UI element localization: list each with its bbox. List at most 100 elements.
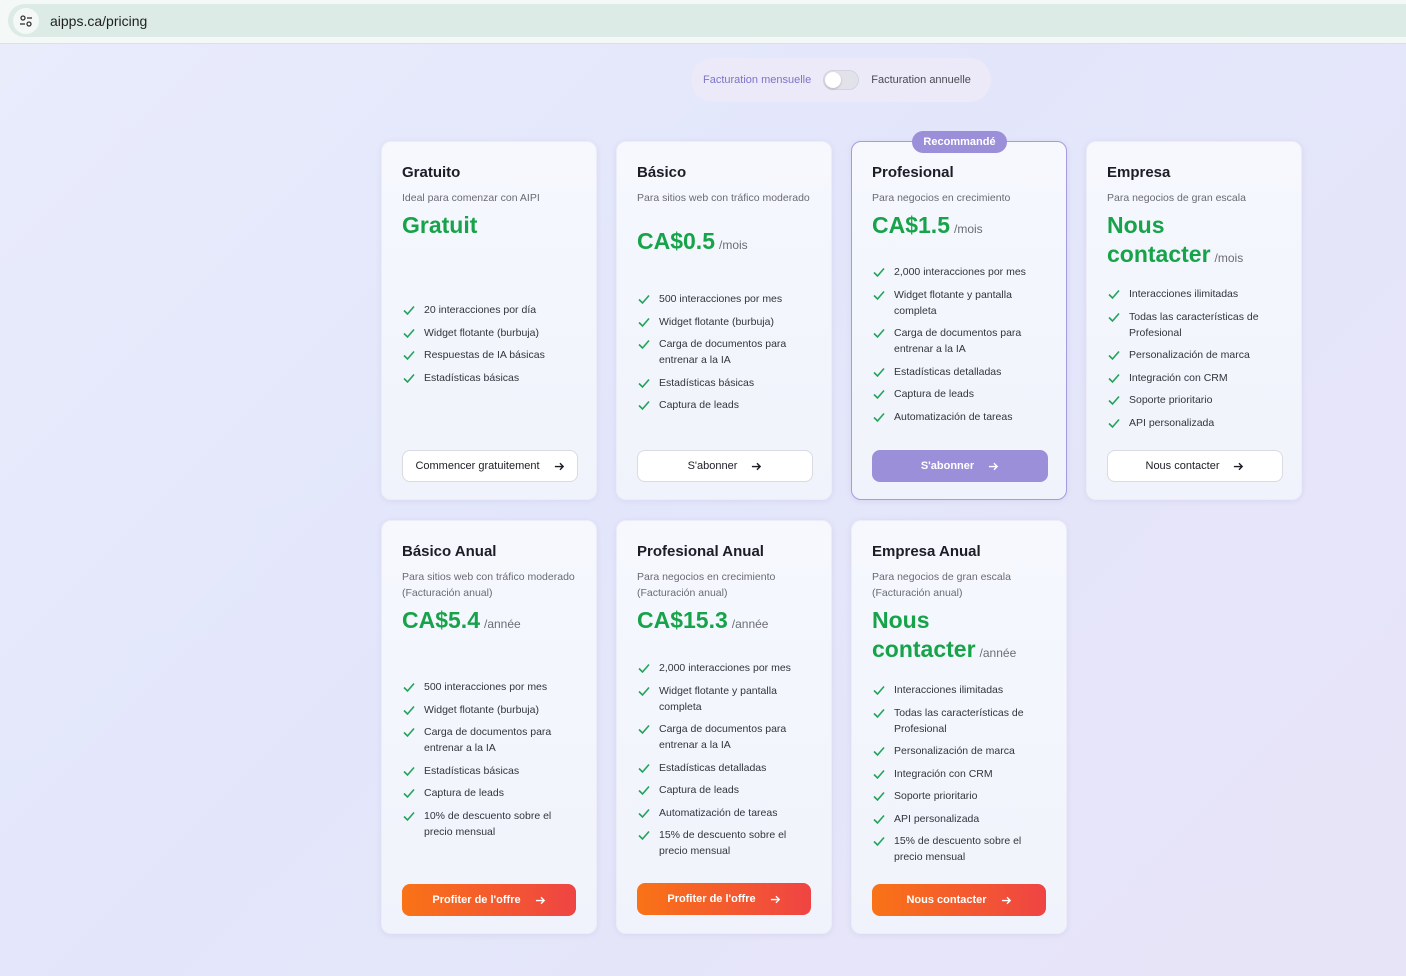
plan-description: Para negocios en crecimiento: [872, 192, 1011, 204]
check-icon: [403, 682, 415, 693]
plan-description: Para sitios web con tráfico moderado: [637, 192, 810, 204]
check-icon: [638, 724, 650, 735]
check-icon: [1108, 289, 1120, 300]
feature-item: Widget flotante (burbuja): [637, 314, 817, 330]
feature-text: 15% de descuento sobre el precio mensual: [894, 835, 1022, 863]
plan-description: Para negocios en crecimiento (Facturació…: [637, 571, 776, 599]
feature-item: Soporte prioritario: [1107, 392, 1287, 408]
plan-name: Profesional: [872, 164, 954, 181]
check-icon: [638, 763, 650, 773]
feature-item: 2,000 interacciones por mes: [637, 660, 817, 676]
feature-item: Interacciones ilimitadas: [1107, 286, 1287, 302]
plan-description: Ideal para comenzar con AIPI: [402, 192, 540, 204]
feature-item: 20 interacciones por día: [402, 302, 582, 318]
site-settings-icon[interactable]: [13, 7, 39, 34]
plan-name: Empresa: [1107, 164, 1171, 181]
browser-address-bar: aipps.ca/pricing: [0, 0, 1406, 44]
feature-text: Widget flotante (burbuja): [659, 315, 774, 328]
feature-item: 2,000 interacciones por mes: [872, 264, 1052, 280]
claim-offer-button[interactable]: Profiter de l'offre: [637, 883, 811, 915]
check-icon: [873, 769, 885, 779]
plan-price: CA$1.5/mois: [872, 211, 1062, 244]
plan-card-basico-anual: Básico Anual Para sitios web con tráfico…: [381, 520, 597, 934]
feature-text: Carga de documentos para entrenar a la I…: [894, 327, 1022, 355]
url-text: aipps.ca/pricing: [50, 12, 148, 29]
check-icon: [873, 836, 885, 847]
feature-text: Soporte prioritario: [894, 790, 978, 802]
button-label: S'abonner: [920, 460, 975, 472]
feature-item: Carga de documentos para entrenar a la I…: [637, 721, 817, 753]
subscribe-button[interactable]: S'abonner: [637, 450, 813, 482]
button-label: S'abonner: [687, 460, 738, 472]
price-value: Nous contacter: [1107, 212, 1211, 267]
start-free-button[interactable]: Commencer gratuitement: [402, 450, 578, 482]
feature-list: Interacciones ilimitadas Todas las caract…: [872, 682, 1052, 872]
check-icon: [638, 400, 650, 411]
feature-list: 2,000 interacciones por mes Widget flotan…: [872, 264, 1052, 431]
billing-toggle: Facturation mensuelle Facturation annuel…: [691, 58, 991, 102]
plan-name: Empresa Anual: [872, 543, 981, 560]
button-label: Commencer gratuitement: [415, 460, 540, 472]
button-label: Profiter de l'offre: [667, 893, 756, 905]
feature-item: Automatización de tareas: [872, 409, 1052, 425]
button-label: Profiter de l'offre: [432, 894, 521, 906]
price-period: /mois: [1214, 251, 1244, 265]
price-period: /mois: [718, 238, 748, 252]
feature-list: 2,000 interacciones por mes Widget flotan…: [637, 660, 817, 866]
feature-text: Captura de leads: [659, 399, 739, 411]
check-icon: [1108, 395, 1120, 406]
feature-text: Widget flotante (burbuja): [424, 326, 539, 339]
check-icon: [873, 328, 885, 339]
feature-item: Estadísticas detalladas: [637, 760, 817, 776]
feature-text: Automatización de tareas: [894, 410, 1013, 423]
claim-offer-button[interactable]: Profiter de l'offre: [402, 884, 576, 916]
arrow-right-icon: [1001, 896, 1011, 904]
plan-price: CA$15.3/année: [637, 606, 827, 639]
plan-price: Gratuit: [402, 211, 592, 240]
feature-text: Estadísticas detalladas: [659, 761, 767, 774]
check-icon: [873, 412, 885, 422]
feature-item: 15% de descuento sobre el precio mensual: [637, 827, 817, 859]
feature-item: Captura de leads: [872, 386, 1052, 402]
feature-text: Estadísticas básicas: [424, 764, 520, 777]
plan-price: Nous contacter/mois: [1107, 211, 1257, 273]
check-icon: [403, 328, 415, 338]
check-icon: [873, 389, 885, 400]
feature-item: API personalizada: [872, 811, 1052, 827]
check-icon: [1108, 418, 1120, 428]
url-field[interactable]: aipps.ca/pricing: [8, 4, 1406, 37]
plan-card-empresa: Empresa Para negocios de gran escala Nou…: [1086, 141, 1302, 500]
plan-description: Para negocios de gran escala: [1107, 192, 1246, 204]
check-icon: [403, 373, 415, 383]
billing-switch[interactable]: [823, 70, 860, 90]
price-value: CA$0.5: [637, 228, 715, 254]
check-icon: [873, 685, 885, 696]
annual-billing-label[interactable]: Facturation annuelle: [871, 74, 971, 86]
feature-item: Captura de leads: [637, 782, 817, 798]
feature-item: Widget flotante (burbuja): [402, 325, 582, 341]
check-icon: [1108, 373, 1120, 383]
monthly-billing-label[interactable]: Facturation mensuelle: [703, 74, 811, 86]
feature-item: Estadísticas básicas: [402, 763, 582, 779]
feature-list: Interacciones ilimitadas Todas las caract…: [1107, 286, 1287, 437]
plan-card-gratuito: Gratuito Ideal para comenzar con AIPI Gr…: [381, 141, 597, 500]
price-period: /année: [731, 617, 769, 631]
feature-text: Captura de leads: [424, 787, 504, 799]
switch-knob: [825, 72, 842, 88]
contact-button[interactable]: Nous contacter: [1107, 450, 1283, 482]
feature-item: Carga de documentos para entrenar a la I…: [872, 325, 1052, 357]
feature-item: Respuestas de IA básicas: [402, 347, 582, 363]
check-icon: [873, 791, 885, 802]
feature-text: Captura de leads: [894, 388, 974, 400]
arrow-right-icon: [1234, 462, 1244, 470]
feature-item: Captura de leads: [637, 397, 817, 413]
check-icon: [638, 785, 650, 796]
price-period: /année: [979, 646, 1017, 660]
price-value: CA$15.3: [637, 607, 728, 633]
subscribe-button[interactable]: S'abonner: [872, 450, 1048, 482]
check-icon: [873, 367, 885, 377]
check-icon: [1108, 312, 1120, 322]
feature-text: Estadísticas detalladas: [894, 365, 1002, 378]
feature-text: Soporte prioritario: [1129, 394, 1213, 406]
contact-button[interactable]: Nous contacter: [872, 884, 1046, 916]
